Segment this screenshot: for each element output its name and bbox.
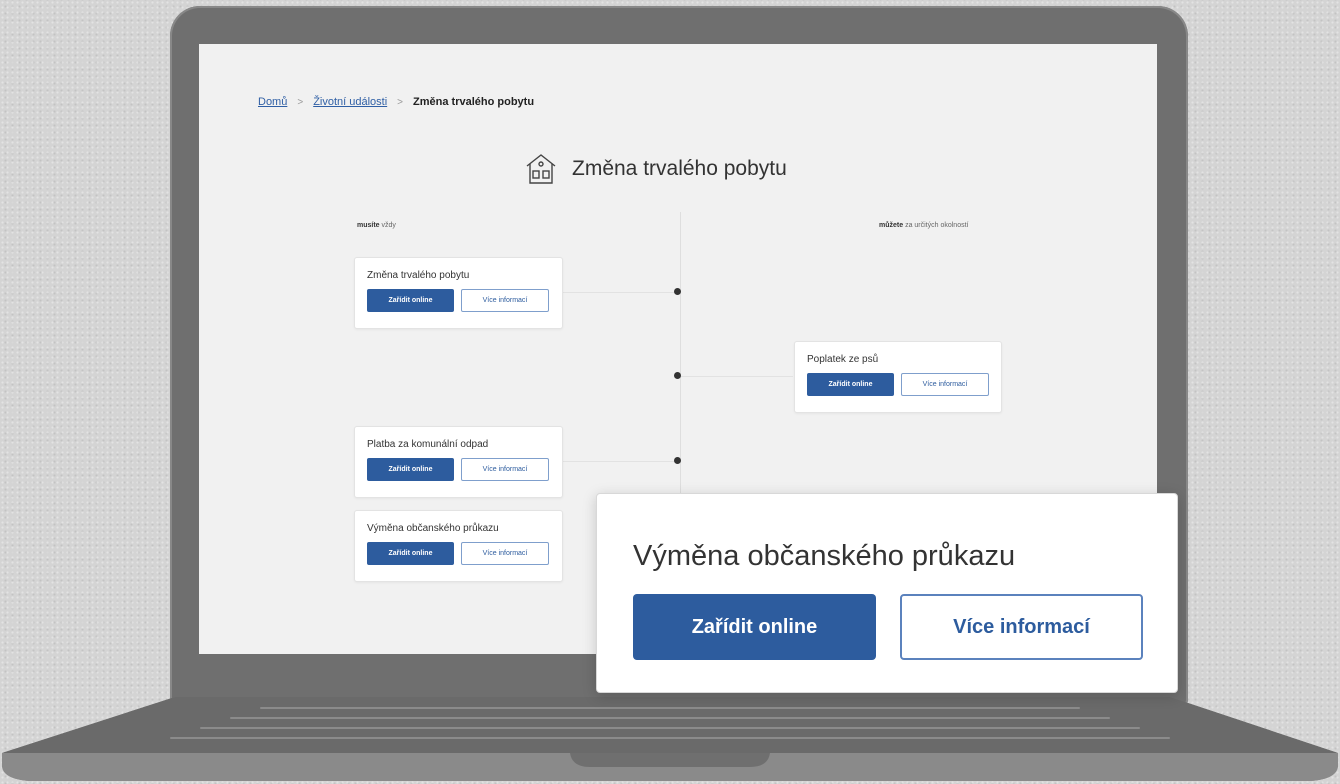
- timeline-dot: [674, 457, 681, 464]
- column-label-optional: můžete za určitých okolností: [879, 222, 969, 229]
- service-card: Změna trvalého pobytu Zařídit online Víc…: [354, 257, 563, 329]
- timeline-connector: [562, 292, 677, 293]
- service-card: Platba za komunální odpad Zařídit online…: [354, 426, 563, 498]
- column-label-text: vždy: [379, 222, 396, 229]
- timeline-dot: [674, 288, 681, 295]
- laptop-base: [0, 695, 1340, 784]
- card-title: Poplatek ze psů: [807, 354, 879, 365]
- card-title: Platba za komunální odpad: [367, 439, 489, 450]
- arrange-online-button[interactable]: Zařídit online: [367, 289, 454, 312]
- column-label-mandatory: musíte vždy: [357, 222, 396, 229]
- more-info-button[interactable]: Více informací: [461, 289, 549, 312]
- arrange-online-button[interactable]: Zařídit online: [367, 542, 454, 565]
- timeline-dot: [674, 372, 681, 379]
- arrange-online-button[interactable]: Zařídit online: [807, 373, 894, 396]
- card-title: Změna trvalého pobytu: [367, 270, 470, 281]
- timeline-connector: [562, 461, 677, 462]
- zoomed-more-info-button[interactable]: Více informací: [900, 594, 1143, 660]
- more-info-button[interactable]: Více informací: [901, 373, 989, 396]
- breadcrumb-separator: >: [297, 96, 304, 108]
- column-label-bold: můžete: [879, 222, 904, 229]
- breadcrumb-section-link[interactable]: Životní události: [313, 96, 387, 108]
- card-title: Výměna občanského průkazu: [367, 523, 499, 534]
- service-card: Poplatek ze psů Zařídit online Více info…: [794, 341, 1002, 413]
- more-info-button[interactable]: Více informací: [461, 542, 549, 565]
- page-header: Změna trvalého pobytu: [524, 152, 787, 186]
- breadcrumb-current: Změna trvalého pobytu: [413, 96, 535, 108]
- service-card: Výměna občanského průkazu Zařídit online…: [354, 510, 563, 582]
- column-label-text: za určitých okolností: [903, 222, 969, 229]
- breadcrumb-separator: >: [397, 96, 404, 108]
- timeline-connector: [681, 376, 793, 377]
- page-title: Změna trvalého pobytu: [572, 157, 787, 180]
- more-info-button[interactable]: Více informací: [461, 458, 549, 481]
- breadcrumb-home-link[interactable]: Domů: [258, 96, 287, 108]
- zoomed-arrange-online-button[interactable]: Zařídit online: [633, 594, 876, 660]
- zoomed-service-card: Výměna občanského průkazu Zařídit online…: [596, 493, 1178, 693]
- arrange-online-button[interactable]: Zařídit online: [367, 458, 454, 481]
- house-icon: [526, 154, 556, 184]
- column-label-bold: musíte: [357, 222, 380, 229]
- zoomed-card-title: Výměna občanského průkazu: [633, 540, 1016, 572]
- breadcrumb: Domů > Životní události > Změna trvalého…: [258, 96, 534, 108]
